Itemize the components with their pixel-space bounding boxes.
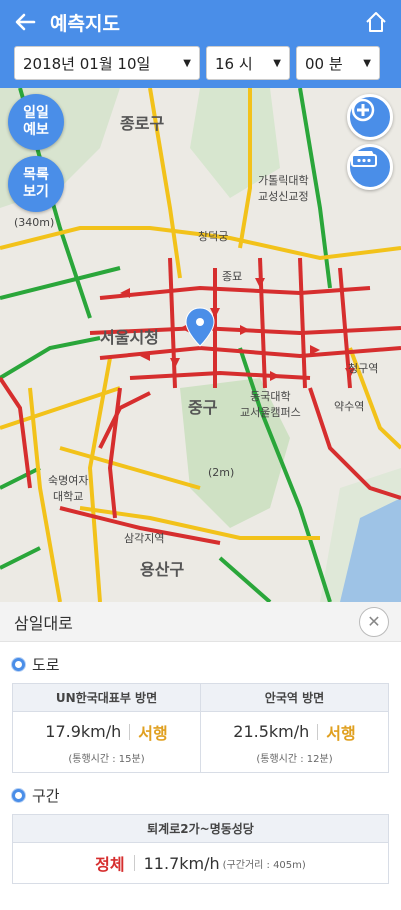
map-label-changdeok: 창덕궁 bbox=[198, 230, 229, 243]
road-name: 삼일대로 bbox=[14, 613, 73, 633]
crosshair-icon bbox=[351, 98, 375, 122]
segment-status: 정체 bbox=[95, 855, 125, 874]
direction-name: 안국역 방면 bbox=[201, 684, 388, 712]
close-icon: ✕ bbox=[367, 612, 381, 631]
segment-name: 퇴계로2가~명동성당 bbox=[13, 815, 388, 843]
back-button[interactable] bbox=[10, 7, 40, 37]
daily-forecast-button[interactable]: 일일 예보 bbox=[8, 94, 64, 150]
direction-name: UN한국대표부 방면 bbox=[13, 684, 200, 712]
dropdown-arrow-icon: ▼ bbox=[183, 57, 191, 69]
location-button[interactable] bbox=[347, 94, 393, 140]
minute-select-value: 00 분 bbox=[305, 54, 343, 73]
map-label-yongsan: 용산구 bbox=[140, 560, 185, 579]
direction-column: UN한국대표부 방면 17.9km/h 서행 (통행시간 : 15분) bbox=[13, 684, 200, 772]
direction-speed: 21.5km/h bbox=[233, 722, 310, 741]
app-header: 예측지도 bbox=[0, 0, 401, 44]
map-roads bbox=[0, 88, 401, 602]
map-label-junggu: 중구 bbox=[188, 398, 218, 417]
section-bullet-icon bbox=[12, 789, 25, 802]
segment-section-header: 구간 bbox=[0, 773, 401, 814]
road-section-header: 도로 bbox=[0, 642, 401, 683]
road-title-bar: 삼일대로 ✕ bbox=[0, 602, 401, 642]
map-label-dongguk: 동국대학 교서울캠퍼스 bbox=[240, 390, 301, 419]
direction-status: 서행 bbox=[138, 723, 168, 743]
map-label-yaksu: 약수역 bbox=[334, 400, 365, 413]
map-label-sookmyung: 숙명여자 대학교 bbox=[48, 474, 89, 503]
direction-travel-time: (통행시간 : 15분) bbox=[68, 753, 145, 765]
segment-distance: (구간거리 : 405m) bbox=[222, 859, 306, 871]
map-label-elevation: (340m) bbox=[14, 216, 55, 229]
map-label-catholic: 가톨릭대학 교성신교정 bbox=[258, 174, 309, 203]
direction-travel-time: (통행시간 : 12분) bbox=[256, 753, 333, 765]
segment-section-label: 구간 bbox=[32, 787, 60, 805]
map-label-samgakji: 삼각지역 bbox=[124, 532, 165, 545]
date-select[interactable]: 2018년 01월 10일 ▼ bbox=[14, 46, 200, 80]
road-section-label: 도로 bbox=[32, 656, 60, 674]
time-selector-bar: 2018년 01월 10일 ▼ 16 시 ▼ 00 분 ▼ bbox=[0, 44, 401, 88]
map-label-jongno: 종로구 bbox=[120, 114, 165, 133]
home-icon bbox=[366, 12, 386, 32]
home-button[interactable] bbox=[361, 7, 391, 37]
segment-card: 퇴계로2가~명동성당 정체 11.7km/h (구간거리 : 405m) bbox=[12, 814, 389, 884]
direction-status: 서행 bbox=[326, 723, 356, 743]
direction-speed: 17.9km/h bbox=[45, 722, 122, 741]
minute-select[interactable]: 00 분 ▼ bbox=[296, 46, 380, 80]
dropdown-arrow-icon: ▼ bbox=[363, 57, 371, 69]
cctv-button[interactable] bbox=[347, 144, 393, 190]
back-arrow-icon bbox=[15, 13, 36, 31]
hour-select[interactable]: 16 시 ▼ bbox=[206, 46, 290, 80]
close-button[interactable]: ✕ bbox=[359, 606, 389, 637]
road-info-panel: 삼일대로 ✕ 도로 UN한국대표부 방면 17.9km/h 서행 (통행시간 :… bbox=[0, 602, 401, 910]
map-label-cityhall: 서울시청 bbox=[100, 328, 159, 347]
map-label-namsan-elevation: (2m) bbox=[208, 466, 235, 479]
section-bullet-icon bbox=[12, 658, 25, 671]
segment-speed: 11.7km/h bbox=[143, 853, 220, 873]
date-select-value: 2018년 01월 10일 bbox=[23, 54, 151, 73]
direction-card: UN한국대표부 방면 17.9km/h 서행 (통행시간 : 15분) 안국역 … bbox=[12, 683, 389, 773]
list-view-button[interactable]: 목록 보기 bbox=[8, 156, 64, 212]
map-label-jongmyo: 종묘 bbox=[222, 270, 243, 283]
dropdown-arrow-icon: ▼ bbox=[273, 57, 281, 69]
page-title: 예측지도 bbox=[50, 12, 120, 35]
hour-select-value: 16 시 bbox=[215, 54, 253, 73]
direction-column: 안국역 방면 21.5km/h 서행 (통행시간 : 12분) bbox=[200, 684, 388, 772]
map-label-cheonggu: 청구역 bbox=[348, 362, 379, 375]
traffic-map[interactable]: 종로구 서울시청 중구 용산구 창덕궁 종묘 숙명여자 대학교 삼각지역 청구역… bbox=[0, 88, 401, 602]
cctv-icon bbox=[351, 151, 377, 167]
